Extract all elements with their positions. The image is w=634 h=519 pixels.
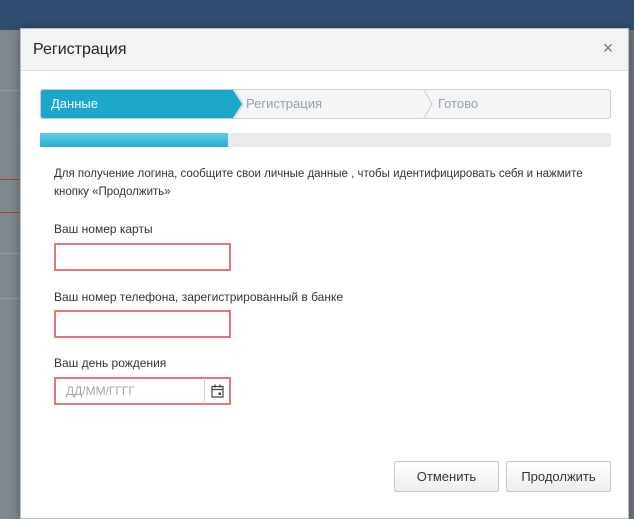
birthday-label: Ваш день рождения <box>54 356 167 370</box>
cancel-button[interactable]: Отменить <box>394 461 499 492</box>
dialog-header: Регистрация × <box>21 29 628 71</box>
wizard-step-registration: Регистрация <box>246 96 322 111</box>
calendar-icon <box>210 384 224 398</box>
calendar-button[interactable] <box>204 377 231 405</box>
wizard-steps: Данные Регистрация Готово <box>40 89 611 119</box>
wizard-step-done: Готово <box>438 96 479 111</box>
progress-bar <box>40 133 611 147</box>
close-icon[interactable]: × <box>598 38 618 58</box>
phone-number-input[interactable] <box>54 310 231 338</box>
birthday-input[interactable] <box>54 377 204 405</box>
continue-button[interactable]: Продолжить <box>506 461 611 492</box>
phone-number-label: Ваш номер телефона, зарегистрированный в… <box>54 290 344 304</box>
card-number-label: Ваш номер карты <box>54 222 153 236</box>
registration-dialog: Регистрация × Данные Регистрация Готово … <box>20 28 629 519</box>
step-separator <box>234 90 244 118</box>
step-separator <box>423 90 433 118</box>
card-number-input[interactable] <box>54 243 231 271</box>
dialog-title: Регистрация <box>33 41 127 58</box>
progress-bar-fill <box>40 133 229 147</box>
wizard-step-data: Данные <box>41 90 233 118</box>
intro-text: Для получение логина, сообщите свои личн… <box>54 168 583 198</box>
backdrop-topbar <box>0 0 634 30</box>
